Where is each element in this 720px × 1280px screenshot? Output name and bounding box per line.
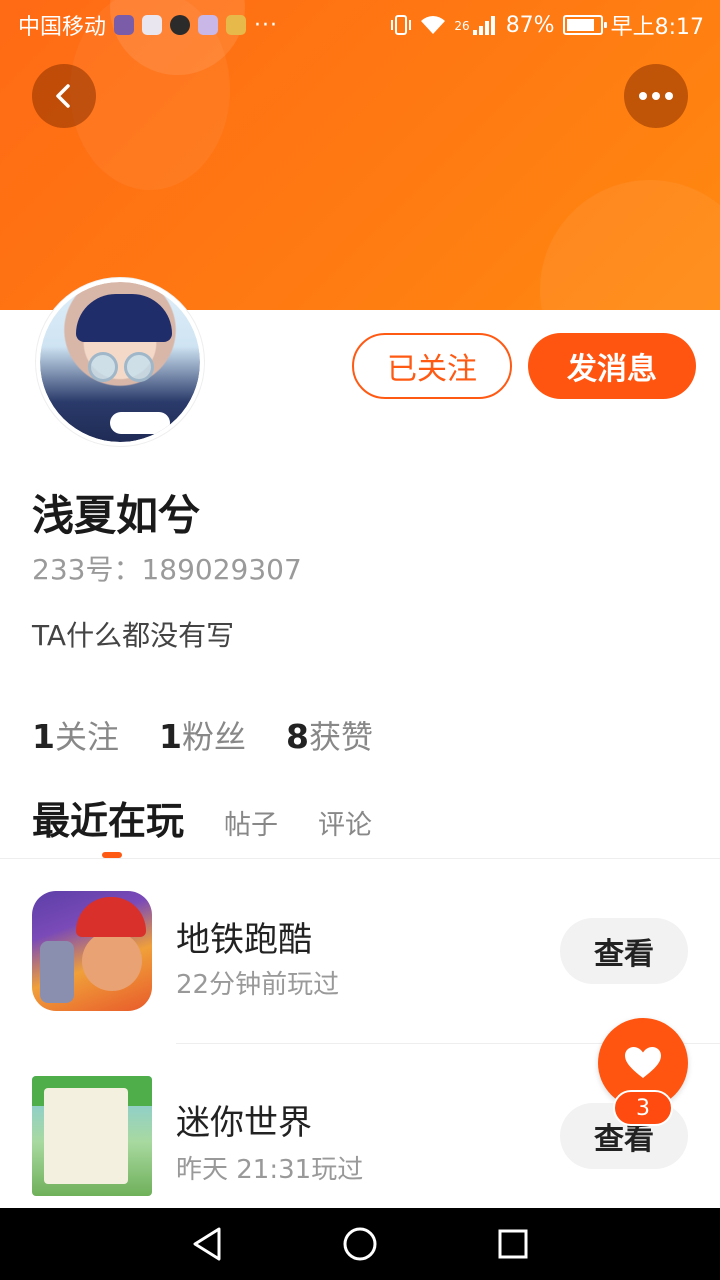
carrier-label: 中国移动	[18, 15, 107, 40]
clock: 早上8:17	[610, 15, 704, 40]
signal-icon	[472, 16, 495, 35]
tab-posts[interactable]: 帖子	[224, 803, 278, 842]
view-button[interactable]: 查看	[560, 918, 688, 984]
stat-likes[interactable]: 8 获赞	[286, 712, 373, 758]
more-options-button[interactable]	[624, 64, 688, 128]
music-notification-icon	[198, 15, 219, 35]
nav-back-button[interactable]	[187, 1224, 227, 1264]
status-bar: 中国移动 ··· 26 87% 早上8:17	[0, 0, 720, 50]
stat-label: 关注	[54, 718, 119, 756]
divider	[0, 858, 720, 859]
stat-label: 粉丝	[181, 718, 246, 756]
last-played-time: 22分钟前玩过	[176, 970, 340, 1000]
app-notification-icon	[114, 15, 135, 35]
chevron-left-icon	[56, 84, 70, 108]
stat-number: 1	[158, 717, 182, 756]
list-item[interactable]: 地铁跑酷 22分钟前玩过 查看	[0, 870, 720, 1040]
nav-home-button[interactable]	[340, 1224, 380, 1264]
home-circle-icon	[343, 1227, 377, 1261]
nav-recents-button[interactable]	[493, 1224, 533, 1264]
battery-icon	[562, 15, 607, 35]
vibrate-icon	[391, 15, 412, 35]
stat-label: 获赞	[308, 718, 373, 756]
avatar[interactable]	[36, 278, 204, 446]
more-notifications-indicator: ···	[254, 12, 278, 38]
send-message-button[interactable]: 发消息	[528, 333, 696, 399]
stat-following[interactable]: 1 关注	[32, 712, 119, 758]
user-id: 233号：189029307	[32, 553, 302, 586]
recents-square-icon	[498, 1229, 528, 1259]
stat-followers[interactable]: 1 粉丝	[159, 712, 246, 758]
system-nav-bar	[0, 1208, 720, 1280]
like-count-badge: 3	[613, 1090, 673, 1126]
wifi-icon	[421, 16, 446, 34]
network-type-label: 26	[454, 19, 470, 33]
username: 浅夏如兮	[32, 491, 201, 540]
tab-recently-played[interactable]: 最近在玩	[32, 790, 184, 845]
game-name: 地铁跑酷	[176, 920, 312, 960]
user-bio: TA什么都没有写	[32, 619, 235, 652]
profile-stats: 1 关注 1 粉丝 8 获赞	[32, 712, 373, 758]
game-icon-mini-world	[32, 1076, 152, 1196]
back-button[interactable]	[32, 64, 96, 128]
battery-percent: 87%	[505, 12, 555, 38]
profile-header: 中国移动 ··· 26 87% 早上8:17	[0, 0, 720, 310]
stat-number: 1	[32, 717, 55, 756]
following-button[interactable]: 已关注	[352, 333, 512, 399]
stat-number: 8	[285, 717, 309, 756]
heart-icon	[625, 1047, 661, 1078]
game-name: 迷你世界	[176, 1103, 312, 1143]
last-played-time: 昨天 21:31玩过	[176, 1155, 364, 1185]
profile-tabs: 最近在玩 帖子 评论	[32, 790, 372, 845]
app-notification-icon	[142, 15, 163, 35]
chat-notification-icon	[170, 15, 191, 35]
more-dots-icon	[639, 92, 673, 100]
header-decoration	[540, 180, 720, 310]
app-notification-icon	[226, 15, 247, 35]
tab-comments[interactable]: 评论	[318, 803, 372, 842]
back-triangle-icon	[193, 1227, 221, 1261]
game-icon-subway-surfers	[32, 891, 152, 1011]
